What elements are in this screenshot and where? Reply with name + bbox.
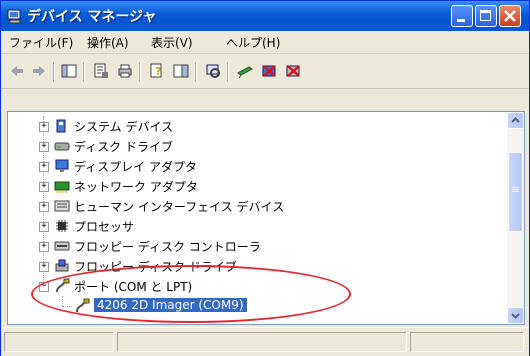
expand-toggle[interactable]: + xyxy=(39,142,49,152)
tree-item-label: ディスプレイ アダプタ xyxy=(74,160,197,174)
window-title: デバイス マネージャ xyxy=(27,9,157,25)
scroll-up-button[interactable] xyxy=(507,112,524,129)
tree-item-label: システム デバイス xyxy=(74,120,174,134)
tree-item-label: ヒューマン インターフェイス デバイス xyxy=(74,200,285,214)
status-cell xyxy=(410,332,524,352)
scroll-down-button[interactable] xyxy=(507,307,524,324)
processor-icon xyxy=(56,220,68,232)
display-adapter-icon xyxy=(55,159,69,172)
highlight-ellipse xyxy=(31,265,351,323)
svg-text:?: ? xyxy=(155,65,161,78)
chevron-up-icon xyxy=(511,117,520,123)
hid-icon xyxy=(54,200,70,212)
toolbar-separator xyxy=(227,62,229,82)
title-bar[interactable]: デバイス マネージャ xyxy=(1,1,529,31)
properties-icon[interactable] xyxy=(93,63,109,79)
scan-hardware-icon[interactable] xyxy=(205,63,221,79)
expand-toggle[interactable]: + xyxy=(39,202,49,212)
maximize-button[interactable] xyxy=(475,5,497,27)
network-adapter-icon xyxy=(54,181,70,193)
system-devices-icon xyxy=(56,119,66,133)
vertical-scrollbar[interactable] xyxy=(507,112,524,324)
chevron-down-icon xyxy=(511,313,520,319)
expand-toggle[interactable]: + xyxy=(39,182,49,192)
toolbar-separator xyxy=(139,62,141,82)
scrollbar-thumb[interactable] xyxy=(508,152,523,232)
close-icon xyxy=(504,10,516,22)
menu-action[interactable]: 操作(A) xyxy=(87,34,129,51)
toolbar: ? xyxy=(1,54,529,89)
tree-item-label: プロセッサ xyxy=(74,220,135,234)
disable-device-icon[interactable] xyxy=(261,63,277,79)
update-driver-icon[interactable] xyxy=(237,63,253,79)
menu-file[interactable]: ファイル(F) xyxy=(9,34,73,51)
status-cell xyxy=(4,332,114,352)
help-icon[interactable]: ? xyxy=(149,63,165,79)
minimize-button[interactable] xyxy=(451,5,473,27)
expand-toggle[interactable]: + xyxy=(39,242,49,252)
menu-help[interactable]: ヘルプ(H) xyxy=(226,34,280,51)
view-icon[interactable] xyxy=(173,63,189,79)
tree-item-label: ディスク ドライブ xyxy=(74,140,173,154)
uninstall-device-icon[interactable] xyxy=(285,63,301,79)
toolbar-separator xyxy=(83,62,85,82)
expand-toggle[interactable]: + xyxy=(39,122,49,132)
disk-drive-icon xyxy=(54,142,70,151)
toolbar-separator xyxy=(195,62,197,82)
floppy-drive-icon xyxy=(55,259,69,272)
tree-item-label: ネットワーク アダプタ xyxy=(74,180,198,194)
device-manager-window: デバイス マネージャ ファイル(F) 操作(A) 表示(V) ヘルプ(H) ? … xyxy=(0,0,530,356)
tree-item-label: フロッピー ディスク コントローラ xyxy=(74,240,261,254)
toolbar-separator xyxy=(53,62,55,82)
device-manager-icon xyxy=(7,9,21,24)
back-arrow-icon[interactable] xyxy=(9,63,25,79)
menu-view[interactable]: 表示(V) xyxy=(151,34,193,51)
floppy-controller-icon xyxy=(54,241,70,251)
expand-toggle[interactable]: + xyxy=(39,262,49,272)
close-button[interactable] xyxy=(499,5,521,27)
menu-bar: ファイル(F) 操作(A) 表示(V) ヘルプ(H) xyxy=(1,31,529,54)
print-icon[interactable] xyxy=(117,63,133,79)
expand-toggle[interactable]: + xyxy=(39,162,49,172)
status-bar xyxy=(1,327,529,356)
forward-arrow-icon[interactable] xyxy=(31,63,47,79)
console-tree-icon[interactable] xyxy=(61,63,77,79)
expand-toggle[interactable]: + xyxy=(39,222,49,232)
status-cell xyxy=(117,332,407,352)
